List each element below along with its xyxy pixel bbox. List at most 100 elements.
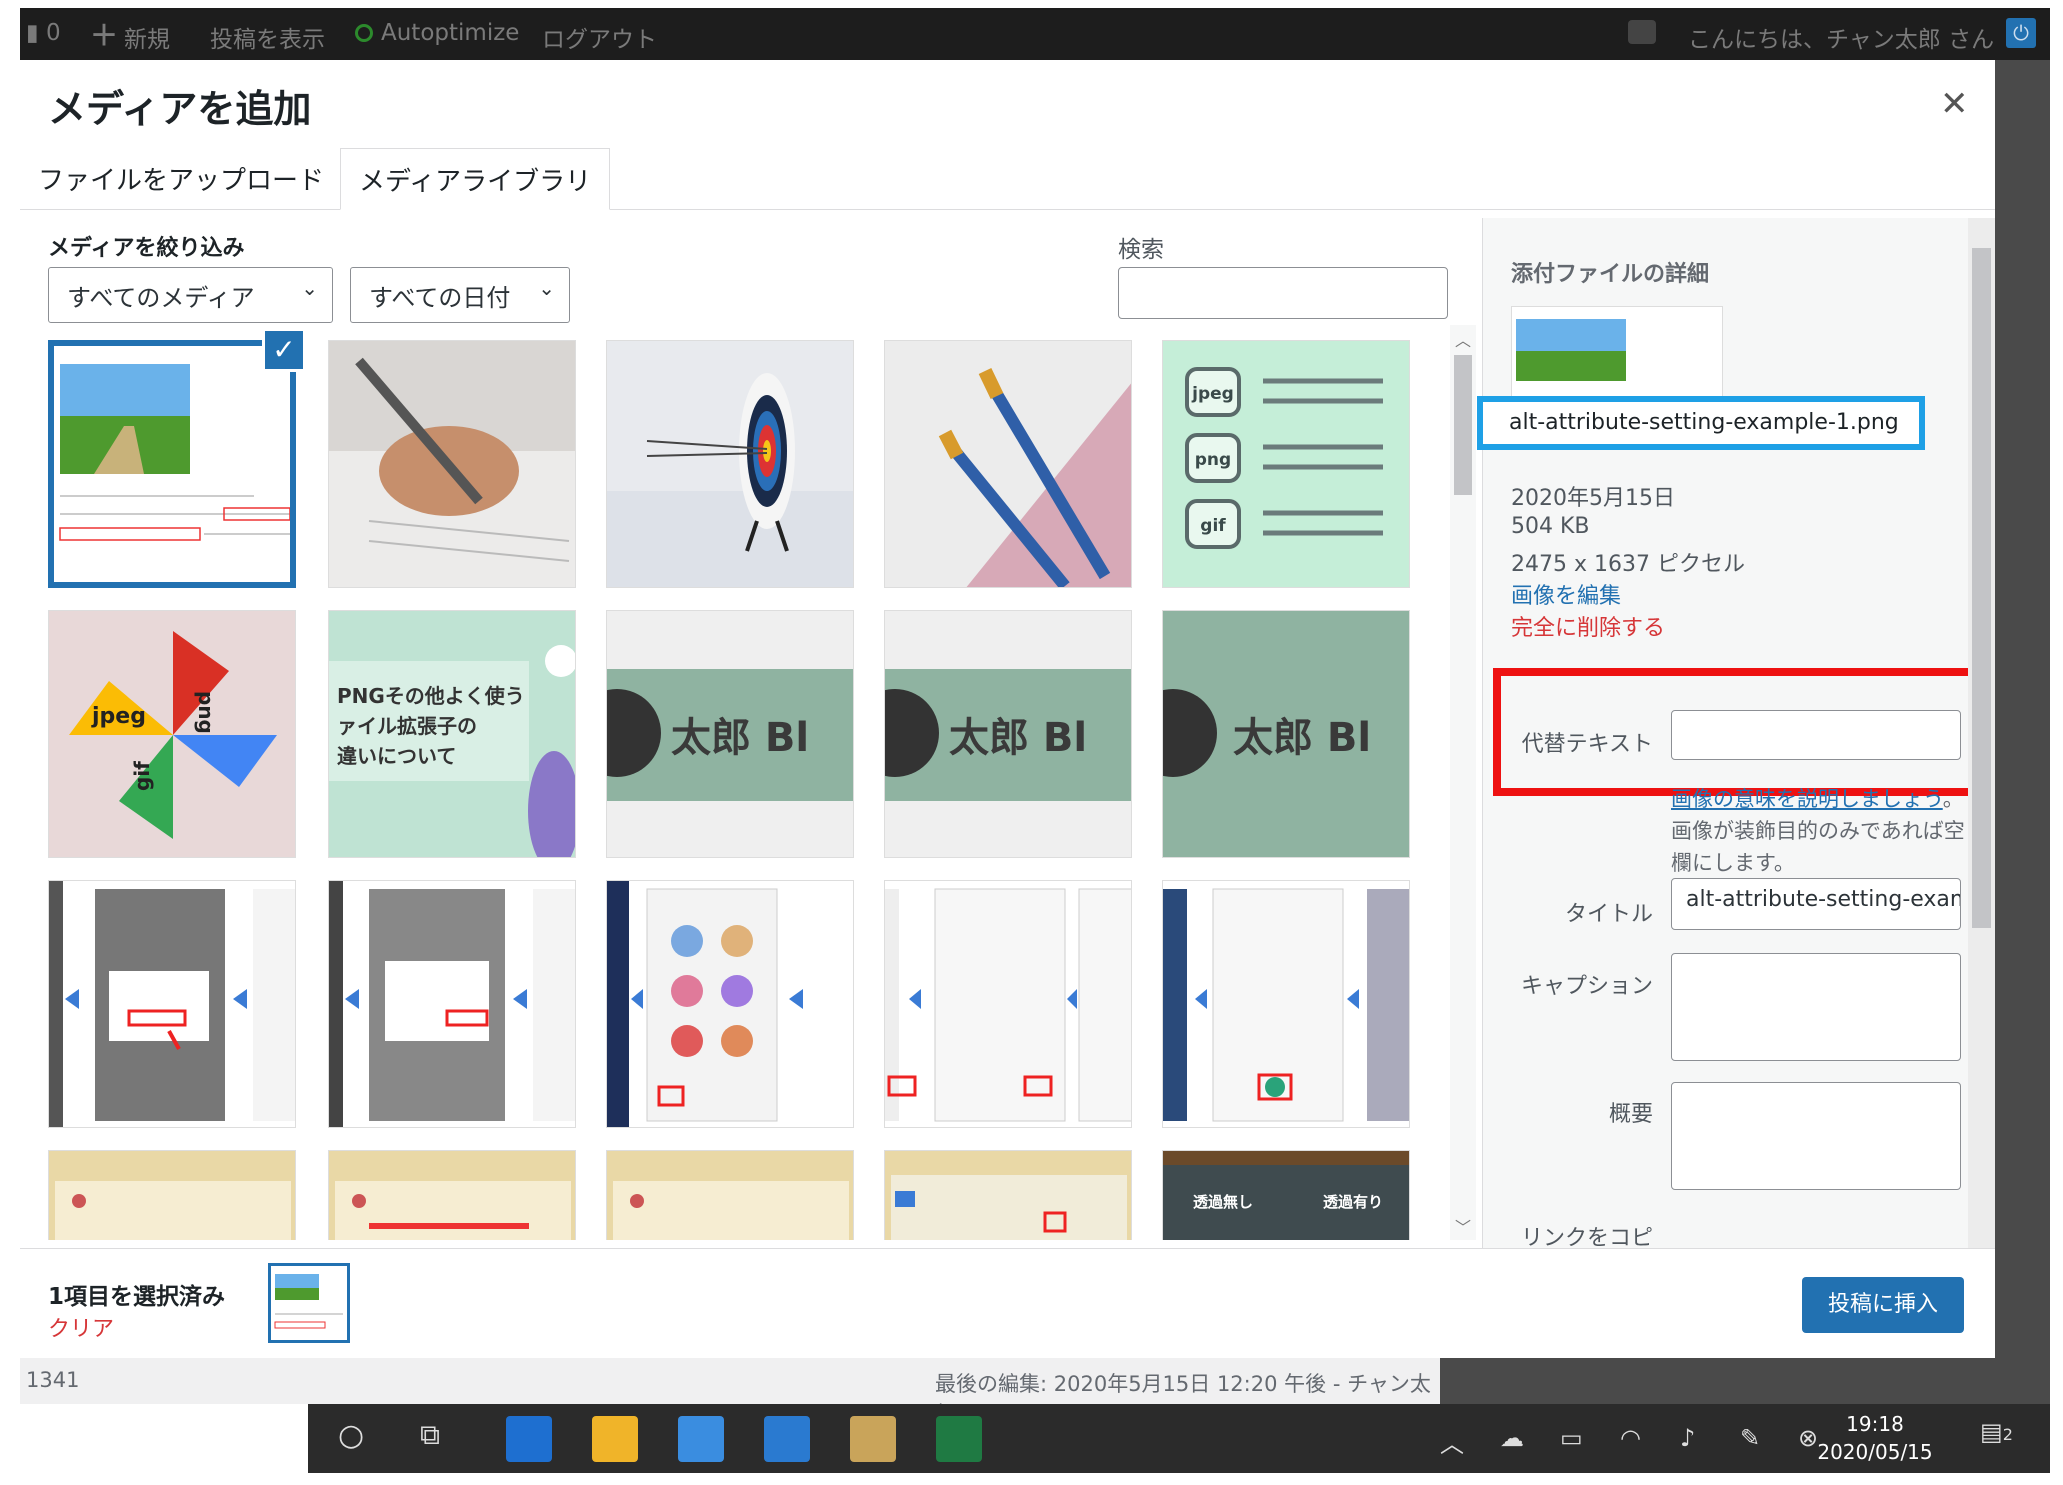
word-count: 1341: [26, 1368, 80, 1392]
file-explorer-icon[interactable]: [592, 1416, 638, 1462]
search-input[interactable]: [1118, 267, 1448, 319]
media-thumb-file-types[interactable]: jpeg png gif: [1162, 340, 1410, 588]
thumbnail-image: [49, 881, 295, 1127]
scroll-up-icon[interactable]: ︿: [1455, 327, 1471, 351]
store-icon[interactable]: [678, 1416, 724, 1462]
media-thumb-app-screens-2[interactable]: [328, 880, 576, 1128]
media-thumb-pinwheel[interactable]: jpeg png gif: [48, 610, 296, 858]
modal-footer: 1項目を選択済み クリア 投稿に挿入: [20, 1248, 1995, 1358]
media-type-select-value: すべてのメディア: [67, 284, 255, 312]
media-thumb-ui-4[interactable]: [884, 1150, 1132, 1240]
media-thumb-app-screens-4[interactable]: [884, 880, 1132, 1128]
selected-check-icon[interactable]: ✓: [262, 328, 306, 372]
power-icon[interactable]: ⏻: [2006, 18, 2036, 48]
clock[interactable]: 19:18 2020/05/15: [1810, 1410, 1940, 1466]
chevron-up-icon[interactable]: ︿: [1440, 1424, 1464, 1459]
media-thumb-blog-banner-1[interactable]: 太郎 Bl: [606, 610, 854, 858]
onedrive-icon[interactable]: ☁: [1500, 1424, 1524, 1452]
thumbnail-image: 太郎 Bl: [1163, 611, 1409, 857]
modal-tabs: ファイルをアップロード メディアライブラリ: [20, 148, 1995, 210]
selected-thumbnail[interactable]: [268, 1263, 350, 1343]
media-thumb-app-screens-3[interactable]: [606, 880, 854, 1128]
media-thumb-app-screens-1[interactable]: [48, 880, 296, 1128]
thumbnail-image: [329, 341, 575, 587]
png-label: png: [1195, 450, 1231, 470]
volume-icon[interactable]: ♪: [1680, 1424, 1695, 1452]
scroll-down-icon[interactable]: ﹀: [1455, 1214, 1471, 1238]
view-posts-link[interactable]: 投稿を表示: [210, 20, 325, 54]
notification-icon[interactable]: ▤2: [1980, 1418, 2013, 1446]
png-article-line-2: ァイル拡張子の: [337, 714, 477, 738]
date-select[interactable]: すべての日付 ⌄: [350, 267, 570, 323]
thumbnail-image: [885, 881, 1131, 1127]
tab-media-library[interactable]: メディアライブラリ: [340, 148, 611, 210]
grid-scrollbar[interactable]: ︿ ﹀: [1450, 325, 1476, 1240]
title-input[interactable]: alt-attribute-setting-example-1: [1671, 878, 1961, 930]
media-thumb-ui-2[interactable]: [328, 1150, 576, 1240]
media-thumb-png-article[interactable]: PNGその他よく使う ァイル拡張子の 違いについて: [328, 610, 576, 858]
media-thumb-writing[interactable]: [328, 340, 576, 588]
paint-icon[interactable]: [850, 1416, 896, 1462]
grid-scroll-thumb[interactable]: [1454, 355, 1472, 495]
thumbnail-image: 透過無し 透過有り: [1163, 1151, 1409, 1240]
logout-link[interactable]: ログアウト: [542, 20, 657, 54]
edit-image-link[interactable]: 画像を編集: [1511, 578, 1621, 610]
media-thumb-blog-banner-3[interactable]: 太郎 Bl: [1162, 610, 1410, 858]
mail-icon[interactable]: [764, 1416, 810, 1462]
alt-text-help: 画像の意味を説明しましょう。画像が装飾目的のみであれば空欄にします。: [1671, 787, 1965, 875]
details-scrollbar[interactable]: [1968, 218, 1995, 1248]
alt-text-highlight: [1493, 668, 1989, 796]
admin-bar: ▮ 0 ＋ 新規 投稿を表示 Autoptimize ログアウト こんにちは、チ…: [20, 8, 2050, 60]
media-thumb-ui-3[interactable]: [606, 1150, 854, 1240]
modal-title: メディアを追加: [48, 87, 312, 131]
description-textarea[interactable]: [1671, 1082, 1961, 1190]
media-thumb-brushes[interactable]: [884, 340, 1132, 588]
insert-into-post-button[interactable]: 投稿に挿入: [1802, 1277, 1964, 1333]
battery-icon[interactable]: ▭: [1560, 1424, 1583, 1452]
cortana-icon[interactable]: ○: [338, 1418, 364, 1453]
thumbnail-image: [607, 1151, 853, 1240]
comment-bubble-icon[interactable]: [1628, 20, 1656, 44]
media-thumb-target[interactable]: [606, 340, 854, 588]
excel-icon[interactable]: [936, 1416, 982, 1462]
pen-icon[interactable]: ✎: [1740, 1424, 1760, 1452]
dimensions: 2475 x 1637 ピクセル: [1511, 552, 1745, 577]
status-circle-icon: [355, 24, 373, 42]
taskbar: ○ ⧉ ︿ ☁ ▭ ◠ ♪ ✎ ⊗ 19:18 2020/05/15 ▤2: [20, 1404, 2050, 1473]
media-thumb-transparency[interactable]: 透過無し 透過有り: [1162, 1150, 1410, 1240]
gif-label: gif: [1200, 516, 1226, 536]
tab-upload-files[interactable]: ファイルをアップロード: [20, 148, 342, 210]
thumbnail-image: [271, 1266, 347, 1340]
task-view-icon[interactable]: ⧉: [420, 1418, 440, 1452]
file-size: 504 KB: [1511, 514, 1590, 539]
screen: ▮ 0 ＋ 新規 投稿を表示 Autoptimize ログアウト こんにちは、チ…: [20, 8, 2050, 1473]
description-label: 概要: [1608, 1102, 1653, 1127]
add-media-modal: メディアを追加 ✕ ファイルをアップロード メディアライブラリ メディアを絞り込…: [20, 60, 1995, 1358]
wifi-icon[interactable]: ◠: [1620, 1424, 1641, 1452]
comment-count: 0: [46, 20, 61, 46]
media-thumb-app-screens-5[interactable]: [1162, 880, 1410, 1128]
media-type-select[interactable]: すべてのメディア ⌄: [48, 267, 333, 323]
title-label: タイトル: [1564, 902, 1653, 927]
new-menu[interactable]: 新規: [124, 20, 170, 54]
media-thumb-alt-example[interactable]: [48, 340, 296, 588]
caption-textarea[interactable]: [1671, 953, 1961, 1061]
media-thumb-blog-banner-2[interactable]: 太郎 Bl: [884, 610, 1132, 858]
selection-count: 1項目を選択済み: [48, 1284, 226, 1310]
close-icon[interactable]: ✕: [1940, 84, 1969, 124]
comments-icon[interactable]: ▮: [26, 20, 39, 46]
thumbnail-image: [49, 1151, 295, 1240]
clear-selection-link[interactable]: クリア: [48, 1311, 114, 1343]
attachment-details: 添付ファイルの詳細 2020年5月15日 alt-attribute-setti…: [1477, 218, 1995, 1251]
details-scroll-thumb[interactable]: [1972, 248, 1991, 928]
chevron-down-icon: ⌄: [301, 276, 318, 300]
media-thumb-ui-1[interactable]: [48, 1150, 296, 1240]
greeting[interactable]: こんにちは、チャン太郎 さん: [1688, 20, 1994, 54]
edge-icon[interactable]: [506, 1416, 552, 1462]
delete-permanently-link[interactable]: 完全に削除する: [1511, 610, 1665, 642]
taskbar-search-area[interactable]: [20, 1404, 308, 1473]
filter-title: メディアを絞り込み: [48, 236, 245, 261]
autoptimize-menu[interactable]: Autoptimize: [355, 20, 519, 46]
alt-text-help-link[interactable]: 画像の意味を説明しましょう: [1671, 787, 1943, 811]
plus-icon[interactable]: ＋: [90, 14, 118, 54]
